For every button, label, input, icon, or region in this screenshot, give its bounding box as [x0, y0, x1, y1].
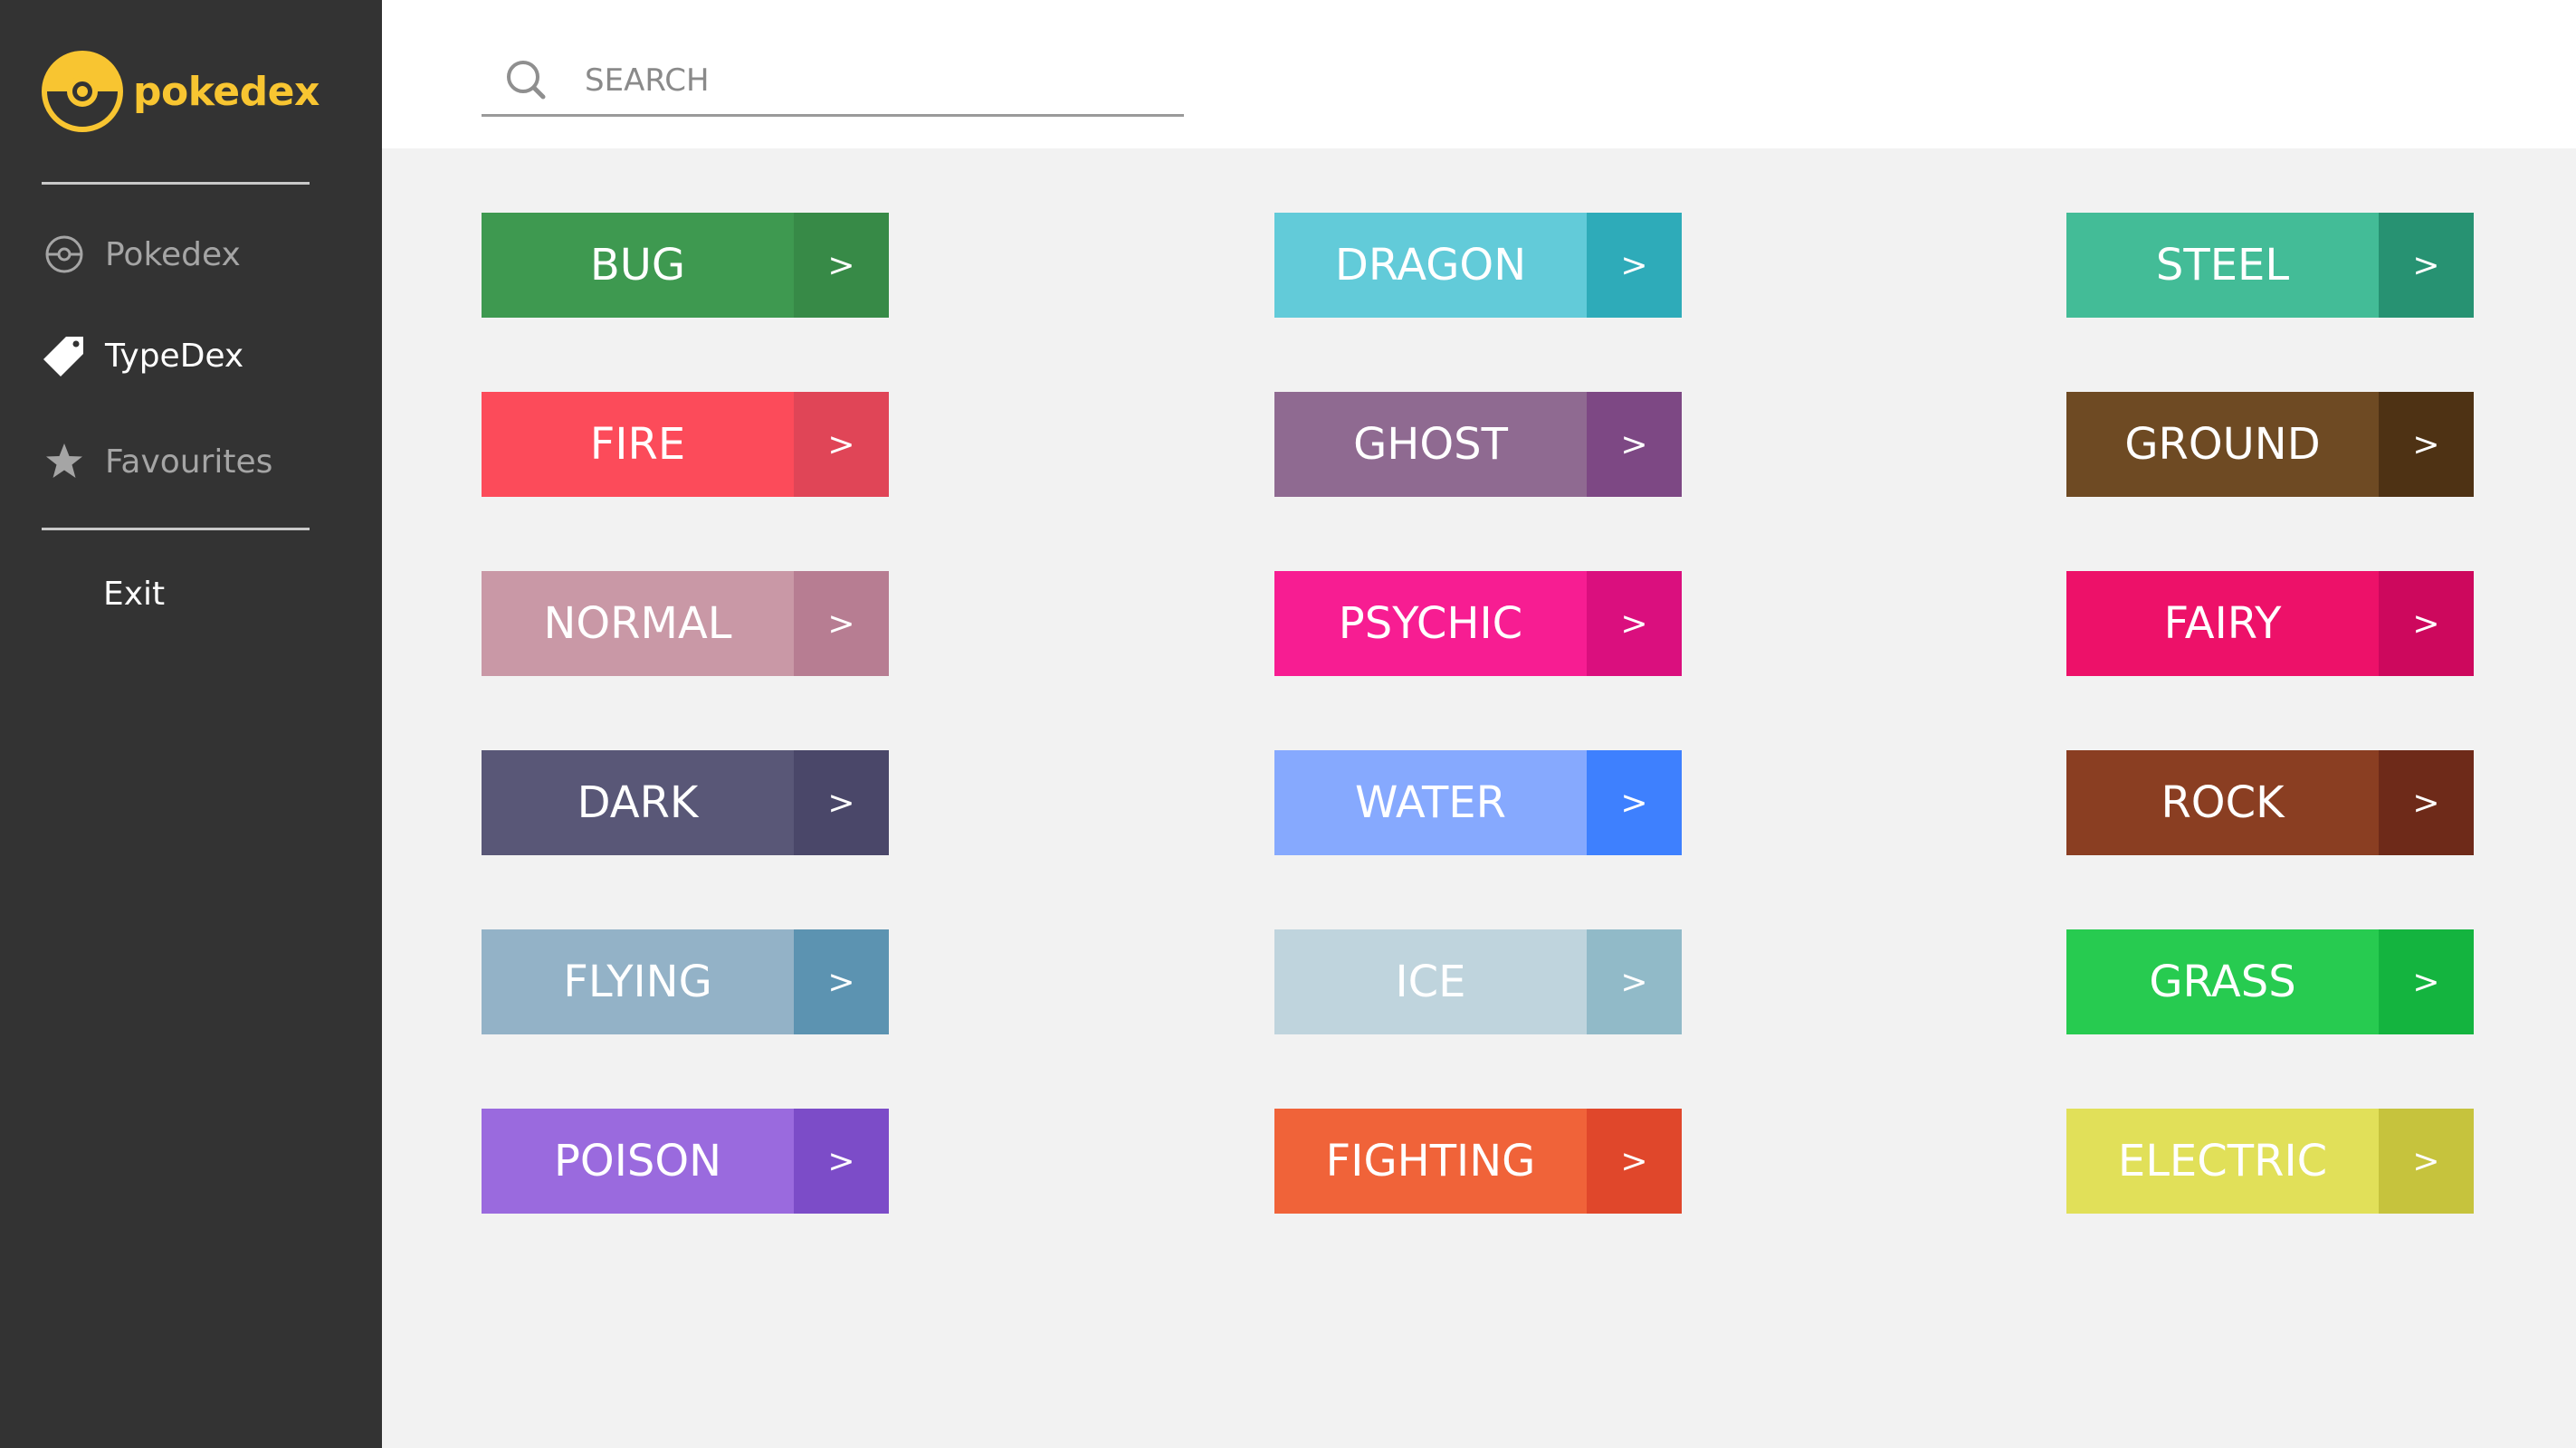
type-label: ELECTRIC	[2066, 1109, 2379, 1214]
sidebar-item-favourites[interactable]: Favourites	[42, 434, 272, 489]
type-arrow[interactable]: >	[794, 929, 889, 1034]
type-label: FAIRY	[2066, 571, 2379, 676]
type-arrow[interactable]: >	[2379, 213, 2474, 318]
type-button-ghost[interactable]: GHOST >	[1274, 392, 1682, 497]
type-label: DRAGON	[1274, 213, 1587, 318]
type-arrow[interactable]: >	[794, 750, 889, 855]
type-label: GHOST	[1274, 392, 1587, 497]
type-arrow[interactable]: >	[2379, 929, 2474, 1034]
type-button-electric[interactable]: ELECTRIC >	[2066, 1109, 2474, 1214]
sidebar-item-typedex[interactable]: TypeDex	[42, 329, 243, 383]
type-button-water[interactable]: WATER >	[1274, 750, 1682, 855]
type-label: GROUND	[2066, 392, 2379, 497]
type-button-fire[interactable]: FIRE >	[482, 392, 889, 497]
type-arrow[interactable]: >	[2379, 1109, 2474, 1214]
type-label: ICE	[1274, 929, 1587, 1034]
type-button-normal[interactable]: NORMAL >	[482, 571, 889, 676]
type-button-flying[interactable]: FLYING >	[482, 929, 889, 1034]
type-button-bug[interactable]: BUG >	[482, 213, 889, 318]
type-arrow[interactable]: >	[1587, 750, 1682, 855]
type-button-grass[interactable]: GRASS >	[2066, 929, 2474, 1034]
type-button-ground[interactable]: GROUND >	[2066, 392, 2474, 497]
type-arrow[interactable]: >	[1587, 213, 1682, 318]
type-label: ROCK	[2066, 750, 2379, 855]
search-input[interactable]	[583, 62, 1130, 100]
search-icon[interactable]	[500, 53, 554, 108]
type-arrow[interactable]: >	[794, 213, 889, 318]
type-label: BUG	[482, 213, 794, 318]
exit-button[interactable]: Exit	[42, 567, 165, 621]
type-label: NORMAL	[482, 571, 794, 676]
brand-logo[interactable]: pokedex	[41, 50, 320, 133]
type-button-dragon[interactable]: DRAGON >	[1274, 213, 1682, 318]
type-label: FLYING	[482, 929, 794, 1034]
type-arrow[interactable]: >	[1587, 571, 1682, 676]
sidebar-divider-top	[42, 182, 310, 185]
sidebar: pokedex Pokedex TypeDex Favourites Exit	[0, 0, 382, 1448]
type-label: FIGHTING	[1274, 1109, 1587, 1214]
type-label: DARK	[482, 750, 794, 855]
type-arrow[interactable]: >	[1587, 392, 1682, 497]
type-arrow[interactable]: >	[2379, 750, 2474, 855]
tag-icon	[42, 333, 87, 378]
pokeball-outline-icon	[42, 232, 87, 277]
type-label: FIRE	[482, 392, 794, 497]
type-button-rock[interactable]: ROCK >	[2066, 750, 2474, 855]
sidebar-divider-bottom	[42, 528, 310, 530]
type-button-fairy[interactable]: FAIRY >	[2066, 571, 2474, 676]
type-label: WATER	[1274, 750, 1587, 855]
type-button-steel[interactable]: STEEL >	[2066, 213, 2474, 318]
type-arrow[interactable]: >	[1587, 1109, 1682, 1214]
type-label: GRASS	[2066, 929, 2379, 1034]
header	[382, 0, 2576, 148]
type-label: STEEL	[2066, 213, 2379, 318]
type-arrow[interactable]: >	[794, 571, 889, 676]
type-label: PSYCHIC	[1274, 571, 1587, 676]
type-button-fighting[interactable]: FIGHTING >	[1274, 1109, 1682, 1214]
sidebar-item-label: Pokedex	[105, 235, 241, 273]
search-bar	[482, 47, 1184, 117]
type-arrow[interactable]: >	[1587, 929, 1682, 1034]
type-arrow[interactable]: >	[2379, 571, 2474, 676]
star-icon	[42, 439, 87, 484]
brand-name: pokedex	[133, 68, 320, 115]
sidebar-item-pokedex[interactable]: Pokedex	[42, 227, 241, 281]
type-button-ice[interactable]: ICE >	[1274, 929, 1682, 1034]
sidebar-item-label: Favourites	[105, 443, 273, 481]
exit-label: Exit	[103, 575, 166, 613]
type-arrow[interactable]: >	[794, 392, 889, 497]
type-arrow[interactable]: >	[2379, 392, 2474, 497]
type-button-psychic[interactable]: PSYCHIC >	[1274, 571, 1682, 676]
pokeball-icon	[42, 51, 123, 132]
type-label: POISON	[482, 1109, 794, 1214]
type-button-dark[interactable]: DARK >	[482, 750, 889, 855]
type-arrow[interactable]: >	[794, 1109, 889, 1214]
type-button-poison[interactable]: POISON >	[482, 1109, 889, 1214]
sidebar-item-label: TypeDex	[105, 337, 244, 375]
